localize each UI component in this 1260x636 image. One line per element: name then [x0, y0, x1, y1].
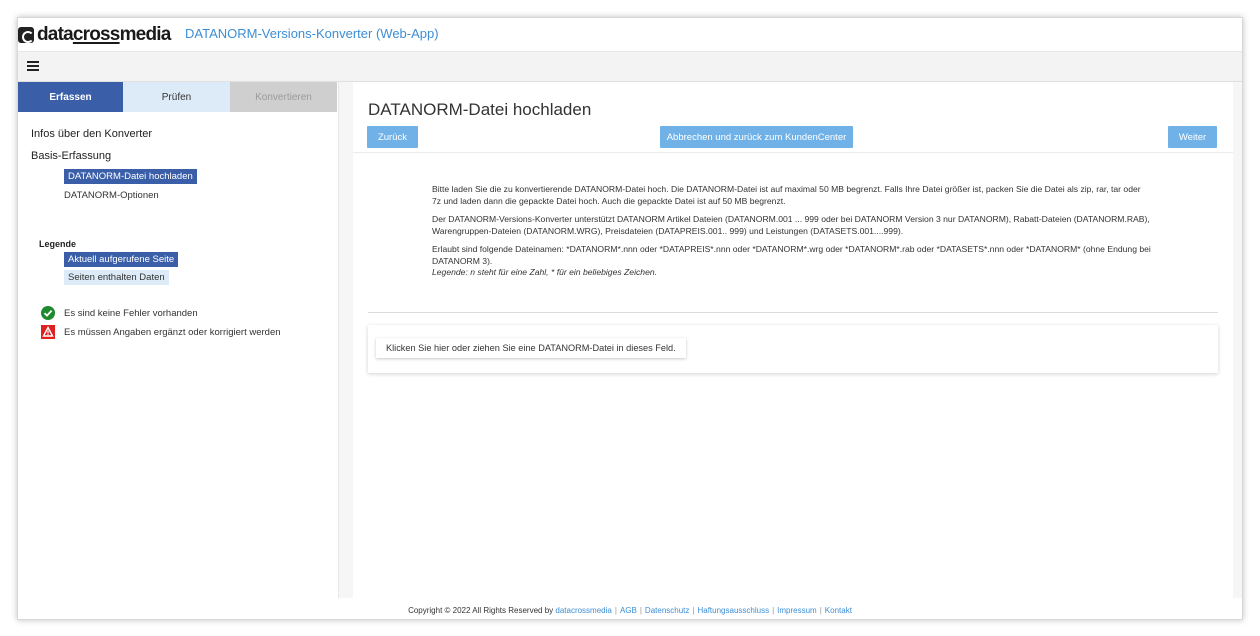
info-paragraph-size: Bitte laden Sie die zu konvertierende DA…: [432, 184, 1141, 206]
info-paragraph-supported: Der DATANORM-Versions-Konverter unterstü…: [432, 214, 1150, 236]
sidebar-item-options[interactable]: DATANORM-Optionen: [64, 190, 159, 201]
warning-icon: [41, 325, 55, 339]
check-circle-icon: [41, 306, 55, 320]
footer-link-impressum[interactable]: Impressum: [777, 606, 817, 615]
step-tabs: Erfassen Prüfen Konvertieren: [18, 82, 338, 112]
footer: Copyright © 2022 All Rights Reserved by …: [18, 598, 1242, 619]
menu-bar: [18, 52, 1242, 82]
next-button[interactable]: Weiter: [1168, 126, 1217, 148]
sidebar-item-upload[interactable]: DATANORM-Datei hochladen: [64, 169, 197, 184]
footer-link-kontakt[interactable]: Kontakt: [825, 606, 852, 615]
legend-no-errors-label: Es sind keine Fehler vorhanden: [64, 307, 198, 319]
logo-text-media: media: [119, 24, 172, 45]
hamburger-icon[interactable]: [27, 61, 39, 71]
info-filenames-legend: Legende: n steht für eine Zahl, * für ei…: [432, 267, 658, 277]
toolbar-divider: [353, 152, 1233, 153]
legend-current-page: Aktuell aufgerufene Seite: [64, 252, 179, 267]
sidebar: Erfassen Prüfen Konvertieren Infos über …: [18, 82, 339, 598]
footer-link-datenschutz[interactable]: Datenschutz: [645, 606, 689, 615]
info-text: Bitte laden Sie die zu konvertierende DA…: [432, 184, 1152, 286]
footer-link-agb[interactable]: AGB: [620, 606, 637, 615]
main-area: DATANORM-Datei hochladen Zurück Abbreche…: [339, 82, 1242, 598]
info-paragraph-filenames: Erlaubt sind folgende Dateinamen: *DATAN…: [432, 244, 1152, 279]
logo[interactable]: data cross media: [18, 24, 171, 46]
legend-title: Legende: [39, 239, 77, 249]
tab-pruefen[interactable]: Prüfen: [123, 82, 230, 112]
footer-copyright: Copyright © 2022 All Rights Reserved by: [408, 606, 554, 615]
app-title: DATANORM-Versions-Konverter (Web-App): [185, 26, 439, 41]
logo-text-data: data: [37, 24, 74, 45]
sidebar-item-infos[interactable]: Infos über den Konverter: [31, 128, 152, 140]
legend-must-fix: Es müssen Angaben ergänzt oder korrigier…: [41, 325, 281, 339]
file-dropzone[interactable]: Klicken Sie hier oder ziehen Sie eine DA…: [368, 325, 1218, 373]
legend-no-errors: Es sind keine Fehler vorhanden: [41, 306, 198, 320]
info-filenames-text: Erlaubt sind folgende Dateinamen: *DATAN…: [432, 244, 1151, 266]
tab-erfassen[interactable]: Erfassen: [18, 82, 123, 112]
cancel-button[interactable]: Abbrechen und zurück zum KundenCenter: [660, 126, 853, 148]
main-content: DATANORM-Datei hochladen Zurück Abbreche…: [353, 82, 1233, 598]
dropzone-label[interactable]: Klicken Sie hier oder ziehen Sie eine DA…: [376, 338, 686, 358]
page-title: DATANORM-Datei hochladen: [368, 100, 592, 119]
footer-link-haftungsausschluss[interactable]: Haftungsausschluss: [697, 606, 769, 615]
logo-mark-icon: [18, 27, 34, 43]
footer-link-datacrossmedia[interactable]: datacrossmedia: [555, 606, 611, 615]
app-window: data cross media DATANORM-Versions-Konve…: [17, 17, 1243, 620]
top-bar: data cross media DATANORM-Versions-Konve…: [18, 18, 1242, 52]
legend-must-fix-label: Es müssen Angaben ergänzt oder korrigier…: [64, 326, 281, 338]
back-button[interactable]: Zurück: [367, 126, 418, 148]
legend-pages-data: Seiten enthalten Daten: [64, 270, 169, 285]
tab-konvertieren: Konvertieren: [230, 82, 337, 112]
content-divider: [368, 312, 1218, 313]
sidebar-section-basis: Basis-Erfassung: [31, 150, 112, 162]
logo-text-cross: cross: [72, 24, 120, 45]
